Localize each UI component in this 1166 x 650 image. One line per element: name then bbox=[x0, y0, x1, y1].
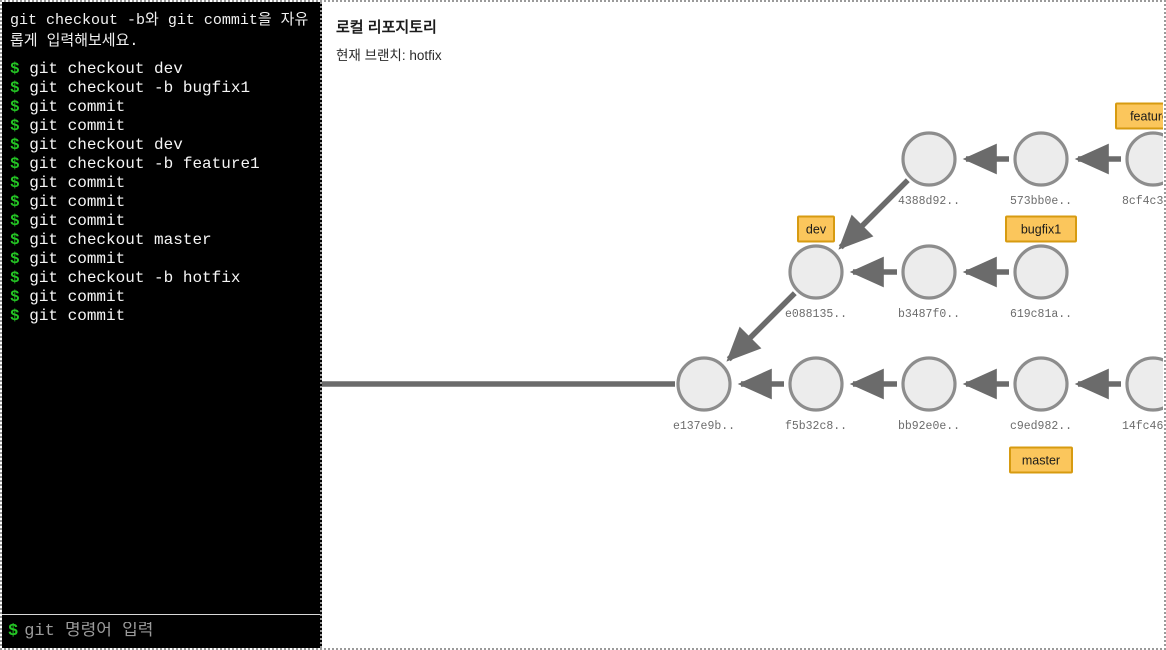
prompt-icon: $ bbox=[10, 307, 20, 325]
commit-node-circle[interactable] bbox=[1125, 356, 1163, 412]
commit-hash-label: 8cf4c33.. bbox=[1122, 195, 1163, 208]
prompt-icon: $ bbox=[8, 622, 19, 641]
terminal-history-line: $ git commit bbox=[8, 117, 314, 136]
terminal-history-command: git commit bbox=[19, 307, 126, 325]
terminal-history-line: $ git commit bbox=[8, 212, 314, 231]
terminal-history-command: git commit bbox=[19, 98, 126, 116]
prompt-icon: $ bbox=[10, 60, 20, 78]
commit-hash-label: 573bb0e.. bbox=[1010, 195, 1072, 208]
commit-node-circle[interactable] bbox=[1013, 131, 1069, 187]
terminal-output: git checkout -b와 git commit을 자유롭게 입력해보세요… bbox=[2, 2, 320, 614]
commit-hash-label: c9ed982.. bbox=[1010, 420, 1072, 433]
terminal-history-line: $ git commit bbox=[8, 288, 314, 307]
terminal-history-line: $ git checkout -b hotfix bbox=[8, 269, 314, 288]
commit-hash-label: 4388d92.. bbox=[898, 195, 960, 208]
terminal-history-command: git checkout dev bbox=[19, 60, 183, 78]
graph-edge bbox=[838, 178, 910, 250]
graph-branch-badges: feature1devbugfix1masterhotfixHEAD bbox=[797, 102, 1163, 474]
terminal-history-command: git commit bbox=[19, 288, 126, 306]
graph-nodes: 4388d92.. 573bb0e.. 8cf4c33.. e088135.. b348… bbox=[673, 131, 1163, 433]
commit-node[interactable]: 573bb0e.. bbox=[1010, 131, 1072, 208]
commit-hash-label: 14fc46a.. bbox=[1122, 420, 1163, 433]
branch-badge-label: master bbox=[1022, 453, 1060, 467]
commit-graph-svg: 4388d92.. 573bb0e.. 8cf4c33.. e088135.. b348… bbox=[322, 102, 1163, 474]
branch-badge[interactable]: feature1 bbox=[1115, 102, 1163, 130]
commit-node[interactable]: bb92e0e.. bbox=[898, 356, 960, 433]
commit-node[interactable]: c9ed982.. bbox=[1010, 356, 1072, 433]
commit-node[interactable]: f5b32c8.. bbox=[785, 356, 847, 433]
commit-node-circle[interactable] bbox=[1013, 356, 1069, 412]
commit-node-circle[interactable] bbox=[788, 244, 844, 300]
terminal-history-command: git checkout -b bugfix1 bbox=[19, 79, 251, 97]
commit-hash-label: bb92e0e.. bbox=[898, 420, 960, 433]
terminal-history-command: git commit bbox=[19, 117, 126, 135]
commit-node-circle[interactable] bbox=[901, 244, 957, 300]
terminal-history-line: $ git commit bbox=[8, 98, 314, 117]
commit-hash-label: f5b32c8.. bbox=[785, 420, 847, 433]
terminal-history-command: git checkout -b feature1 bbox=[19, 155, 260, 173]
commit-node-circle[interactable] bbox=[901, 131, 957, 187]
terminal-command-history: $ git checkout dev $ git checkout -b bugf… bbox=[8, 60, 314, 326]
prompt-icon: $ bbox=[10, 269, 20, 287]
prompt-icon: $ bbox=[10, 117, 20, 135]
terminal-history-line: $ git commit bbox=[8, 307, 314, 326]
terminal-history-line: $ git commit bbox=[8, 174, 314, 193]
commit-node-circle[interactable] bbox=[788, 356, 844, 412]
commit-node[interactable]: 4388d92.. bbox=[898, 131, 960, 208]
terminal-history-command: git checkout -b hotfix bbox=[19, 269, 241, 287]
branch-badge-label: bugfix1 bbox=[1021, 222, 1061, 236]
terminal-history-command: git commit bbox=[19, 193, 126, 211]
commit-node[interactable]: e137e9b.. bbox=[673, 356, 735, 433]
prompt-icon: $ bbox=[10, 98, 20, 116]
branch-badge-label: dev bbox=[806, 222, 827, 236]
commit-graph: 4388d92.. 573bb0e.. 8cf4c33.. e088135.. b348… bbox=[322, 2, 1163, 648]
commit-node-circle[interactable] bbox=[676, 356, 732, 412]
branch-badge[interactable]: dev bbox=[797, 215, 835, 243]
commit-node[interactable]: b3487f0.. bbox=[898, 244, 960, 321]
terminal-history-command: git commit bbox=[19, 212, 126, 230]
command-input[interactable] bbox=[24, 622, 314, 641]
commit-node-circle[interactable] bbox=[901, 356, 957, 412]
commit-node[interactable]: e088135.. bbox=[785, 244, 847, 321]
terminal-history-command: git checkout master bbox=[19, 231, 212, 249]
branch-badge-label: feature1 bbox=[1130, 109, 1163, 123]
prompt-icon: $ bbox=[10, 174, 20, 192]
prompt-icon: $ bbox=[10, 231, 20, 249]
prompt-icon: $ bbox=[10, 155, 20, 173]
terminal-history-line: $ git checkout -b bugfix1 bbox=[8, 79, 314, 98]
terminal-history-line: $ git commit bbox=[8, 250, 314, 269]
prompt-icon: $ bbox=[10, 288, 20, 306]
commit-node[interactable]: 619c81a.. bbox=[1010, 244, 1072, 321]
terminal-history-line: $ git checkout dev bbox=[8, 60, 314, 79]
commit-hash-label: 619c81a.. bbox=[1010, 308, 1072, 321]
branch-badge[interactable]: bugfix1 bbox=[1005, 215, 1077, 243]
terminal-history-command: git commit bbox=[19, 174, 126, 192]
commit-node[interactable]: 8cf4c33.. bbox=[1122, 131, 1163, 208]
commit-node[interactable]: 14fc46a.. bbox=[1122, 356, 1163, 433]
commit-hash-label: e088135.. bbox=[785, 308, 847, 321]
terminal-input-row[interactable]: $ bbox=[2, 614, 320, 648]
terminal-panel: git checkout -b와 git commit을 자유롭게 입력해보세요… bbox=[2, 2, 322, 648]
branch-badge[interactable]: master bbox=[1009, 446, 1073, 474]
terminal-history-line: $ git checkout -b feature1 bbox=[8, 155, 314, 174]
terminal-history-command: git checkout dev bbox=[19, 136, 183, 154]
terminal-intro-text: git checkout -b와 git commit을 자유롭게 입력해보세요… bbox=[10, 12, 309, 50]
prompt-icon: $ bbox=[10, 136, 20, 154]
terminal-history-command: git commit bbox=[19, 250, 126, 268]
repository-panel: 로컬 리포지토리 현재 브랜치: hotfix 4388d92.. 573bb0e… bbox=[322, 2, 1164, 648]
terminal-history-line: $ git commit bbox=[8, 193, 314, 212]
git-visualizer-app: git checkout -b와 git commit을 자유롭게 입력해보세요… bbox=[0, 0, 1166, 650]
prompt-icon: $ bbox=[10, 193, 20, 211]
graph-edge bbox=[726, 291, 797, 362]
prompt-icon: $ bbox=[10, 250, 20, 268]
commit-node-circle[interactable] bbox=[1013, 244, 1069, 300]
prompt-icon: $ bbox=[10, 79, 20, 97]
commit-node-circle[interactable] bbox=[1125, 131, 1163, 187]
prompt-icon: $ bbox=[10, 212, 20, 230]
terminal-history-line: $ git checkout dev bbox=[8, 136, 314, 155]
commit-hash-label: b3487f0.. bbox=[898, 308, 960, 321]
terminal-history-line: $ git checkout master bbox=[8, 231, 314, 250]
commit-hash-label: e137e9b.. bbox=[673, 420, 735, 433]
